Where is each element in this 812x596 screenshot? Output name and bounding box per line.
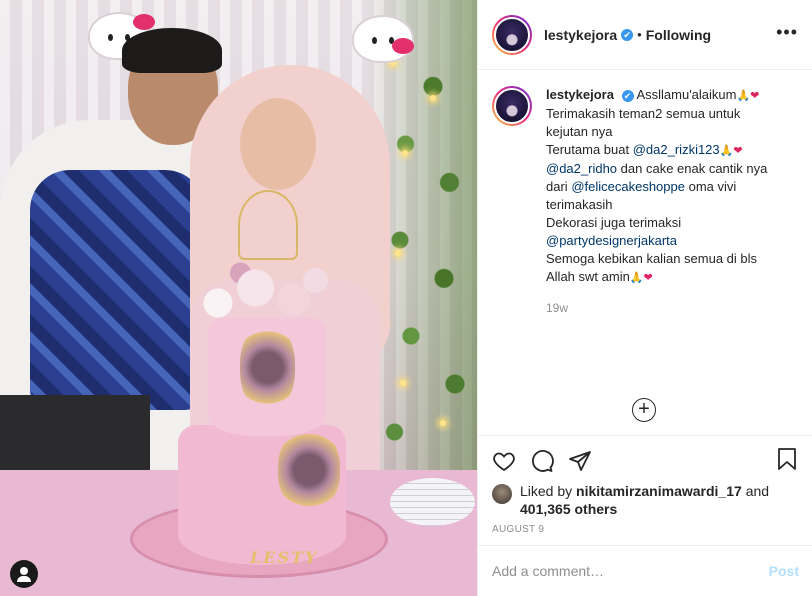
kitty-bow [392, 38, 414, 54]
caption-text: lestykejora ✔ Assllamu'alaikum🙏❤ Terimak… [546, 86, 791, 287]
mention-link[interactable]: @da2_ridho [546, 161, 617, 176]
mention-link[interactable]: @partydesignerjakarta [546, 232, 791, 250]
post-comment-button[interactable]: Post [769, 563, 799, 579]
separator-dot: • [637, 27, 642, 42]
liker-avatar[interactable] [492, 484, 512, 504]
plus-circle-icon[interactable]: + [632, 398, 656, 422]
caption-line: Allah swt amin [546, 269, 630, 284]
caption-line: oma vivi [688, 179, 737, 194]
emoji: 🙏❤ [629, 272, 653, 284]
verified-icon: ✔ [621, 28, 634, 41]
woman-face [240, 98, 316, 190]
cake-geode [240, 325, 295, 410]
time-ago[interactable]: 19w [546, 301, 798, 315]
caption-line: Assllamu'alaikum [636, 87, 737, 102]
avatar[interactable] [492, 14, 532, 55]
mention-link[interactable]: @da2_rizki123 [633, 142, 720, 157]
plate-stack [390, 478, 475, 526]
caption-section: lestykejora ✔ Assllamu'alaikum🙏❤ Terimak… [478, 70, 812, 435]
post-date[interactable]: AUGUST 9 [492, 524, 798, 535]
caption-line: Semoga kebikan kalian semua di bls [546, 251, 758, 266]
action-section: Liked by nikitamirzanimawardi_17 and 401… [478, 435, 812, 535]
man-batik-vest [30, 170, 205, 410]
following-button[interactable]: Following [646, 27, 711, 43]
cake-topper [238, 190, 298, 260]
caption-line: Terutama buat [546, 142, 630, 157]
caption-username-link[interactable]: lestykejora [546, 87, 614, 102]
emoji: 🙏❤ [736, 90, 760, 102]
comment-input[interactable]: Add a comment… [492, 563, 769, 579]
post-details-panel: lestykejora ✔ • Following ••• lestykejor… [477, 0, 812, 596]
avatar-image [494, 88, 530, 124]
caption-line: dari [546, 179, 568, 194]
comment-icon[interactable] [530, 449, 554, 473]
cake-geode [278, 430, 340, 510]
fairy-light [400, 380, 406, 386]
liked-by: Liked by nikitamirzanimawardi_17 and 401… [492, 482, 798, 518]
man-hair [122, 28, 222, 73]
heart-icon[interactable] [492, 449, 516, 473]
caption-line: terimakasih [546, 197, 613, 212]
liked-by-and: and [745, 483, 770, 499]
fairy-light [402, 150, 408, 156]
post-photo[interactable]: LESTY [0, 0, 477, 596]
emoji: 🙏❤ [719, 145, 743, 157]
fairy-light [440, 420, 446, 426]
caption-line: Dekorasi juga terimaksi [546, 215, 682, 230]
fairy-light [395, 250, 401, 256]
liked-by-prefix: Liked by [520, 483, 573, 499]
caption-line: kejutan nya [546, 124, 613, 139]
post-header: lestykejora ✔ • Following ••• [478, 0, 812, 70]
avatar-image [494, 16, 530, 53]
fairy-light [430, 95, 436, 101]
caption-line: Terimakasih teman2 semua untuk [546, 106, 741, 121]
bookmark-icon[interactable] [776, 447, 798, 471]
liker-username-link[interactable]: nikitamirzanimawardi_17 [576, 483, 742, 499]
cake-flowers [188, 258, 338, 333]
kitty-bow [133, 14, 155, 30]
username-link[interactable]: lestykejora [544, 27, 617, 43]
likes-count-link[interactable]: 401,365 others [520, 501, 617, 517]
more-icon[interactable]: ••• [776, 22, 798, 43]
share-icon[interactable] [568, 449, 592, 473]
user-tag-icon[interactable] [10, 560, 38, 588]
cake-name-text: LESTY [250, 548, 319, 567]
caption-avatar[interactable] [492, 86, 532, 126]
caption-line: dan cake enak cantik nya [620, 161, 768, 176]
mention-link[interactable]: @felicecakeshoppe [571, 179, 685, 194]
comment-bar: Add a comment… Post [478, 545, 812, 596]
verified-icon: ✔ [621, 90, 634, 102]
